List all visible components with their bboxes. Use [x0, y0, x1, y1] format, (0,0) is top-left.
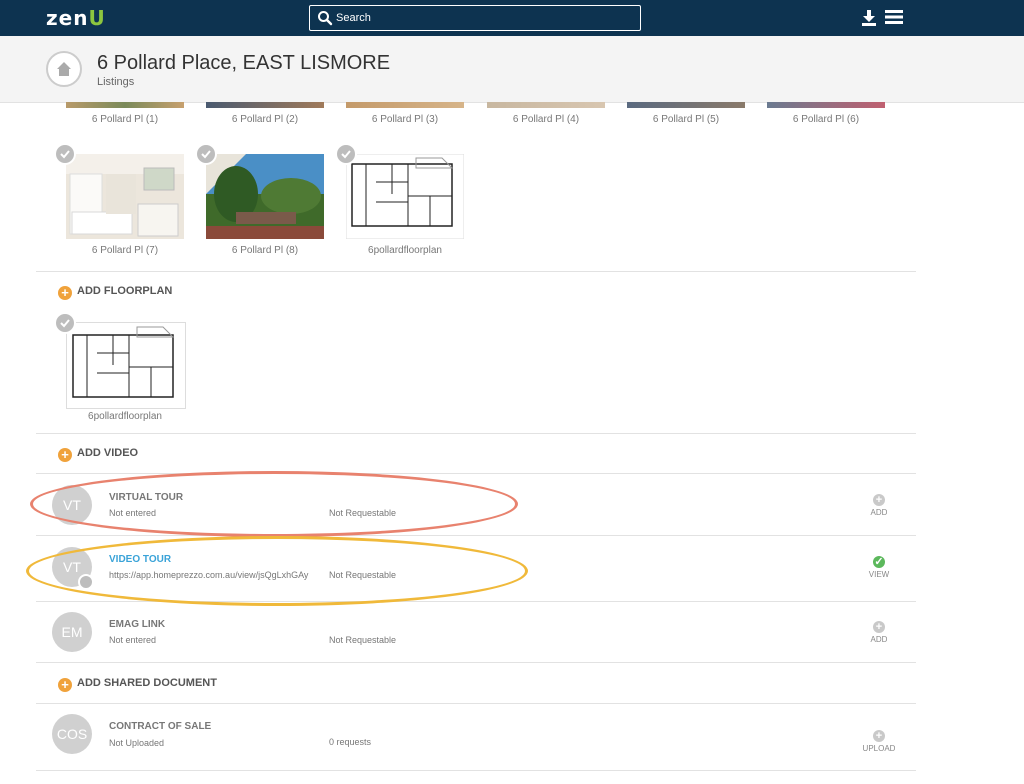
photo-caption: 6 Pollard Pl (7): [91, 245, 159, 256]
plus-circle-icon: +: [873, 730, 885, 742]
row-title-emag-link: EMAG LINK: [109, 619, 166, 630]
row-title-virtual-tour: VIRTUAL TOUR: [109, 492, 184, 503]
add-virtual-tour-button[interactable]: + ADD: [859, 494, 899, 517]
section-divider: [36, 601, 916, 602]
home-icon: [57, 62, 71, 76]
floorplan-image[interactable]: [66, 322, 186, 409]
plus-icon: +: [58, 286, 72, 300]
photo-thumbnail[interactable]: [767, 102, 885, 108]
garden-photo[interactable]: [206, 154, 324, 239]
hamburger-menu-icon[interactable]: [885, 9, 903, 25]
bathroom-photo[interactable]: [66, 154, 184, 239]
section-divider: [36, 770, 916, 771]
video-tour-url[interactable]: https://app.homeprezzo.com.au/view/jsQgL…: [109, 570, 308, 580]
photo-caption: 6 Pollard Pl (5): [652, 114, 720, 125]
avatar-initials: VT: [52, 485, 92, 525]
floorplan-caption: 6pollardfloorplan: [88, 411, 162, 422]
upload-contract-button[interactable]: + UPLOAD: [859, 730, 899, 753]
section-divider: [36, 473, 916, 474]
selected-check-icon[interactable]: [54, 143, 76, 165]
photo-thumbnail[interactable]: [66, 102, 184, 108]
photo-thumbnail[interactable]: [206, 102, 324, 108]
search-input[interactable]: Search: [309, 5, 641, 31]
row-request-count: 0 requests: [329, 737, 372, 747]
add-video-button[interactable]: + ADD VIDEO: [58, 447, 138, 462]
photo-caption: 6 Pollard Pl (1): [91, 114, 159, 125]
red-highlight-ellipse: [30, 471, 518, 537]
plus-circle-icon: +: [873, 621, 885, 633]
plus-icon: +: [58, 448, 72, 462]
photo-thumbnail[interactable]: [487, 102, 605, 108]
top-navbar: zenU Search: [0, 0, 1024, 36]
avatar-initials: EM: [52, 612, 92, 652]
home-button[interactable]: [46, 51, 82, 87]
row-title-video-tour[interactable]: VIDEO TOUR: [109, 554, 171, 565]
section-divider: [36, 271, 916, 272]
row-request-status: Not Requestable: [329, 635, 397, 645]
photo-caption: 6 Pollard Pl (6): [792, 114, 860, 125]
check-circle-icon: ✓: [873, 556, 885, 568]
photo-caption: 6pollardfloorplan: [368, 245, 442, 256]
plus-circle-icon: +: [873, 494, 885, 506]
section-divider: [36, 662, 916, 663]
search-placeholder: Search: [336, 12, 371, 24]
photo-caption: 6 Pollard Pl (8): [231, 245, 299, 256]
row-status: Not entered: [109, 508, 157, 518]
photo-caption: 6 Pollard Pl (4): [512, 114, 580, 125]
row-request-status: Not Requestable: [329, 508, 397, 518]
photo-caption: 6 Pollard Pl (2): [231, 114, 299, 125]
section-divider: [36, 535, 916, 536]
section-divider: [36, 433, 916, 434]
selected-check-icon[interactable]: [54, 312, 76, 334]
verified-check-icon: [78, 574, 94, 590]
page-title: 6 Pollard Place, EAST LISMORE: [97, 52, 391, 74]
plus-icon: +: [58, 678, 72, 692]
download-icon[interactable]: [860, 9, 878, 27]
selected-check-icon[interactable]: [335, 143, 357, 165]
add-floorplan-button[interactable]: + ADD FLOORPLAN: [58, 285, 172, 300]
photo-caption: 6 Pollard Pl (3): [371, 114, 439, 125]
view-video-tour-button[interactable]: ✓ VIEW: [859, 556, 899, 579]
selected-check-icon[interactable]: [195, 143, 217, 165]
row-status: Not entered: [109, 635, 157, 645]
section-divider: [36, 703, 916, 704]
floorplan-thumbnail[interactable]: [346, 154, 464, 239]
zenu-logo[interactable]: zenU: [46, 6, 106, 30]
photo-thumbnail[interactable]: [627, 102, 745, 108]
breadcrumb-listings[interactable]: Listings: [97, 76, 134, 88]
row-request-status: Not Requestable: [329, 570, 397, 580]
avatar-initials: COS: [52, 714, 92, 754]
row-title-contract-of-sale: CONTRACT OF SALE: [109, 721, 212, 732]
add-shared-document-button[interactable]: + ADD SHARED DOCUMENT: [58, 677, 217, 692]
photo-thumbnail[interactable]: [346, 102, 464, 108]
search-icon: [318, 11, 333, 26]
add-emag-link-button[interactable]: + ADD: [859, 621, 899, 644]
row-status: Not Uploaded: [109, 738, 165, 748]
